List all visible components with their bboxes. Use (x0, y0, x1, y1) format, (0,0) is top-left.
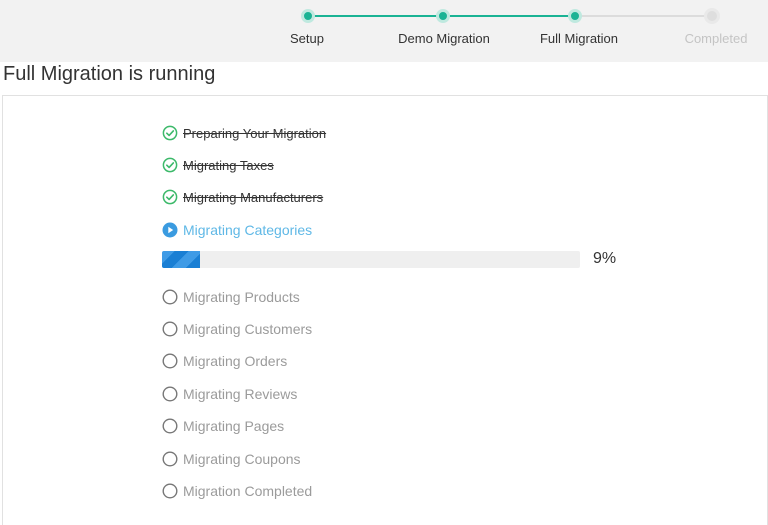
check-circle-icon (162, 189, 178, 205)
task-label: Migrating Categories (183, 222, 313, 238)
task-migrating-pages: Migrating Pages (162, 416, 284, 436)
check-circle-icon (162, 157, 178, 173)
migration-stepper: Setup Demo Migration Full Migration Comp… (0, 0, 768, 62)
step-dot-setup[interactable] (301, 9, 315, 23)
task-migrating-products: Migrating Products (162, 287, 300, 307)
check-circle-icon (162, 125, 178, 141)
task-migrating-orders: Migrating Orders (162, 351, 287, 371)
top-bar: Setup Demo Migration Full Migration Comp… (0, 0, 768, 62)
step-label-setup[interactable]: Setup (290, 31, 324, 46)
empty-circle-icon (162, 321, 178, 337)
play-circle-icon (162, 222, 178, 238)
stepper-track-1 (308, 15, 443, 17)
progress-percent: 9% (593, 250, 617, 267)
empty-circle-icon (162, 451, 178, 467)
task-migrating-taxes: Migrating Taxes (162, 155, 274, 175)
empty-circle-icon (162, 386, 178, 402)
task-label: Migrating Products (183, 289, 300, 305)
progress-bar-fill (162, 251, 200, 268)
step-label-completed: Completed (684, 31, 748, 46)
task-label: Migrating Customers (183, 321, 313, 337)
task-label: Migrating Orders (183, 353, 288, 369)
task-label: Migrating Coupons (183, 451, 301, 467)
task-migration-completed: Migration Completed (162, 481, 312, 501)
step-label-demo-migration[interactable]: Demo Migration (398, 31, 490, 46)
step-dot-demo-migration[interactable] (436, 9, 450, 23)
task-migrating-manufacturers: Migrating Manufacturers (162, 187, 323, 207)
task-migrating-categories: Migrating Categories (162, 220, 312, 240)
empty-circle-icon (162, 483, 178, 499)
task-label: Migrating Reviews (183, 386, 298, 402)
stepper-track-2 (443, 15, 575, 17)
step-label-full-migration[interactable]: Full Migration (540, 31, 618, 46)
task-migrating-reviews: Migrating Reviews (162, 384, 297, 404)
task-label: Migration Completed (183, 483, 313, 499)
empty-circle-icon (162, 289, 178, 305)
task-label: Migrating Taxes (183, 157, 274, 173)
empty-circle-icon (162, 418, 178, 434)
empty-circle-icon (162, 353, 178, 369)
task-label: Migrating Pages (183, 418, 285, 434)
task-label: Preparing Your Migration (183, 125, 327, 141)
page-title: Full Migration is running (3, 63, 216, 85)
task-preparing-migration: Preparing Your Migration (162, 123, 326, 143)
step-dot-full-migration[interactable] (568, 9, 582, 23)
task-label: Migrating Manufacturers (183, 189, 324, 205)
migration-panel (2, 95, 768, 525)
step-dot-completed (704, 8, 720, 24)
task-migrating-customers: Migrating Customers (162, 319, 312, 339)
stepper-track-3 (575, 15, 712, 17)
task-migrating-coupons: Migrating Coupons (162, 449, 301, 469)
categories-progress-bar (162, 251, 580, 268)
